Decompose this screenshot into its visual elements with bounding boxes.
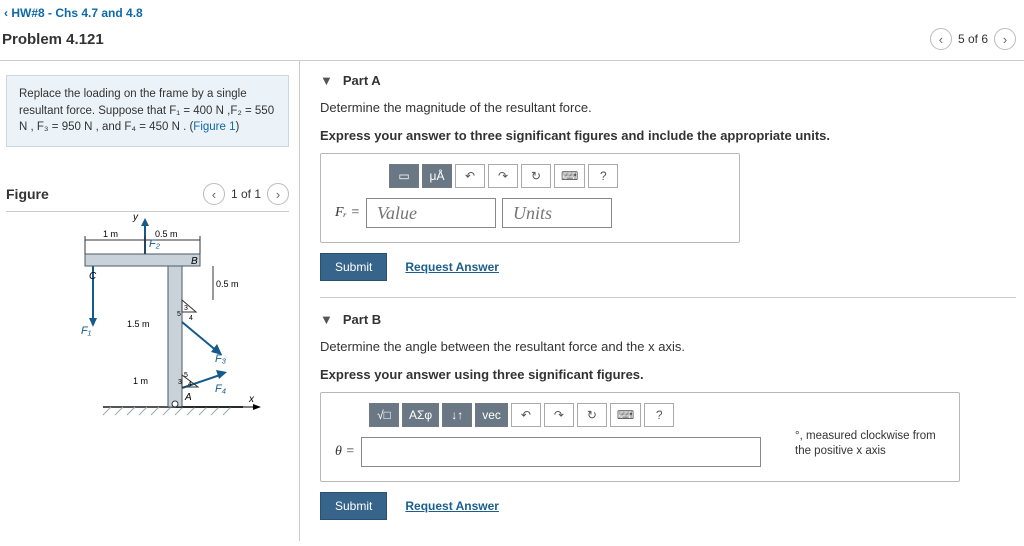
partA-value-input[interactable]	[366, 198, 496, 228]
reset-button[interactable]: ↻	[521, 164, 551, 188]
partB-instruction: Determine the angle between the resultan…	[320, 339, 1016, 354]
problem-statement: Replace the loading on the frame by a si…	[6, 75, 289, 147]
symbols-button[interactable]: μÅ	[422, 164, 452, 188]
figure-heading: Figure	[6, 186, 49, 202]
keyboard-button[interactable]: ⌨	[554, 164, 585, 188]
next-problem-button[interactable]: ›	[994, 28, 1016, 50]
redo-button-b[interactable]: ↷	[544, 403, 574, 427]
svg-text:4: 4	[189, 315, 193, 322]
help-button[interactable]: ?	[588, 164, 618, 188]
partB-variable-label: θ =	[335, 444, 355, 460]
figure-link[interactable]: Figure 1	[193, 121, 235, 133]
partB-submit-button[interactable]: Submit	[320, 492, 387, 520]
svg-text:F₄: F₄	[215, 383, 226, 395]
partA-instruction: Determine the magnitude of the resultant…	[320, 100, 1016, 115]
greek-button[interactable]: ΑΣφ	[402, 403, 439, 427]
partA-title: Part A	[343, 73, 381, 88]
partB-answer-box: √□ ΑΣφ ↓↑ vec ↶ ↷ ↻ ⌨ ? θ =	[320, 392, 960, 482]
problem-counter: 5 of 6	[958, 32, 988, 46]
svg-text:B: B	[191, 256, 198, 267]
partA-submit-button[interactable]: Submit	[320, 253, 387, 281]
undo-button-b[interactable]: ↶	[511, 403, 541, 427]
partB-emphasis: Express your answer using three signific…	[320, 367, 1016, 382]
prev-problem-button[interactable]: ‹	[930, 28, 952, 50]
figure-counter: 1 of 1	[231, 187, 261, 201]
problem-title: Problem 4.121	[2, 31, 104, 48]
keyboard-button-b[interactable]: ⌨	[610, 403, 641, 427]
svg-text:3: 3	[184, 305, 188, 312]
redo-button[interactable]: ↷	[488, 164, 518, 188]
undo-button[interactable]: ↶	[455, 164, 485, 188]
svg-text:1 m: 1 m	[133, 376, 148, 386]
figure-prev-button[interactable]: ‹	[203, 183, 225, 205]
partB-collapse-icon[interactable]: ▼	[320, 312, 333, 327]
root-template-icon[interactable]: √□	[369, 403, 399, 427]
partA-variable-label: Fᵣ =	[335, 205, 360, 221]
svg-text:1 m: 1 m	[103, 229, 118, 239]
svg-text:0.5 m: 0.5 m	[216, 279, 239, 289]
svg-text:4: 4	[188, 381, 192, 388]
partA-units-input[interactable]	[502, 198, 612, 228]
partA-request-answer-link[interactable]: Request Answer	[405, 260, 499, 274]
partA-answer-box: ▭ μÅ ↶ ↷ ↻ ⌨ ? Fᵣ =	[320, 153, 740, 243]
reset-button-b[interactable]: ↻	[577, 403, 607, 427]
partA-collapse-icon[interactable]: ▼	[320, 73, 333, 88]
partB-value-input[interactable]	[361, 437, 761, 467]
svg-text:5: 5	[184, 372, 188, 379]
svg-text:1.5 m: 1.5 m	[127, 319, 150, 329]
svg-text:5: 5	[177, 311, 181, 318]
svg-text:C: C	[89, 271, 97, 282]
partB-title: Part B	[343, 312, 381, 327]
figure-diagram: y x 1 m 0.5 m 0.5 m 1.5 m 1 m C B A F₁ F…	[6, 212, 289, 427]
vec-button[interactable]: vec	[475, 403, 508, 427]
svg-text:F₃: F₃	[215, 353, 227, 365]
svg-text:A: A	[184, 392, 192, 403]
breadcrumb-link[interactable]: HW#8 - Chs 4.7 and 4.8	[11, 6, 142, 20]
breadcrumb-back-caret[interactable]: ‹	[4, 6, 8, 20]
partB-request-answer-link[interactable]: Request Answer	[405, 499, 499, 513]
help-button-b[interactable]: ?	[644, 403, 674, 427]
svg-text:x: x	[248, 394, 255, 405]
templates-icon[interactable]: ▭	[389, 164, 419, 188]
partB-unit-note: °, measured clockwise from the positive …	[795, 403, 945, 459]
svg-text:3: 3	[178, 379, 182, 386]
svg-text:F₁: F₁	[81, 325, 92, 337]
svg-text:y: y	[132, 212, 139, 223]
svg-text:F₂: F₂	[149, 238, 161, 250]
partA-emphasis: Express your answer to three significant…	[320, 128, 1016, 143]
subscript-button[interactable]: ↓↑	[442, 403, 472, 427]
figure-next-button[interactable]: ›	[267, 183, 289, 205]
